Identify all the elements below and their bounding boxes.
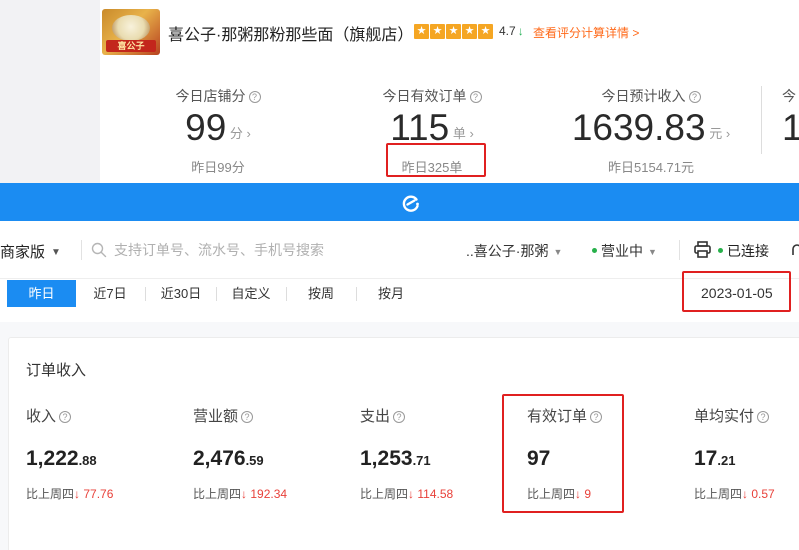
stat-comparison: 比上周四↓ 77.76 bbox=[26, 487, 114, 501]
metric-unit: 分 bbox=[229, 126, 243, 141]
metric-label: 今日预计收入 bbox=[601, 88, 686, 104]
divider bbox=[145, 287, 146, 301]
tab-custom[interactable]: 自定义 bbox=[222, 280, 280, 307]
store-name: 喜公子·那粥那粉那些面（旗舰店） bbox=[168, 27, 414, 44]
divider bbox=[81, 240, 82, 260]
help-icon[interactable]: ? bbox=[393, 411, 406, 423]
metric-label: 今日有效订单 bbox=[382, 88, 467, 104]
stat-value: 1,253.71 bbox=[360, 447, 431, 470]
down-arrow-icon: ↓ bbox=[742, 487, 749, 501]
star-icon: ★ bbox=[462, 24, 477, 39]
date-picker[interactable]: 2023-01-05 bbox=[701, 285, 773, 301]
help-icon[interactable]: ? bbox=[59, 411, 72, 423]
stat-avg-paid[interactable]: 单均实付? 17.21 比上周四↓ 0.57 bbox=[694, 405, 799, 502]
stat-value: 17.21 bbox=[694, 447, 736, 470]
metric-unit: 元 bbox=[709, 126, 723, 141]
help-icon[interactable]: ? bbox=[757, 411, 770, 423]
divider bbox=[286, 287, 287, 301]
stat-label: 单均实付 bbox=[694, 408, 755, 425]
rating-stars: ★ ★ ★ ★ ★ bbox=[414, 24, 493, 39]
metric-valid-orders[interactable]: 今日有效订单? 115 单 › 昨日325单 bbox=[377, 86, 487, 176]
stat-value: 1,222.88 bbox=[26, 447, 97, 470]
tab-yesterday[interactable]: 昨日 bbox=[7, 280, 76, 307]
rating-value: 4.7 ↓ bbox=[499, 24, 524, 38]
metric-value: 115 bbox=[390, 107, 450, 148]
metric-previous: 昨日5154.71元 bbox=[608, 160, 694, 175]
store-logo-text: 喜公子 bbox=[106, 40, 156, 52]
stat-income[interactable]: 收入? 1,222.88 比上周四↓ 77.76 bbox=[26, 405, 186, 502]
divider bbox=[216, 287, 217, 301]
bell-icon[interactable] bbox=[791, 242, 799, 258]
stat-comparison: 比上周四↓ 114.58 bbox=[360, 487, 454, 501]
caret-down-icon: ▼ bbox=[51, 247, 61, 258]
rating-details-link[interactable]: 查看评分计算详情 > bbox=[533, 24, 639, 41]
tab-by-month[interactable]: 按月 bbox=[363, 280, 419, 307]
star-icon: ★ bbox=[446, 24, 461, 39]
down-arrow-icon: ↓ bbox=[408, 487, 415, 501]
metric-store-score[interactable]: 今日店铺分? 99 分 › 昨日99分 bbox=[168, 86, 268, 176]
metric-unit: 单 bbox=[452, 126, 466, 141]
stat-valid-orders[interactable]: 有效订单? 97 比上周四↓ 9 bbox=[527, 405, 687, 502]
metric-expected-income[interactable]: 今日预计收入? 1639.83 元 › 昨日5154.71元 bbox=[563, 86, 739, 176]
help-icon[interactable]: ? bbox=[688, 91, 701, 103]
down-arrow-icon: ↓ bbox=[74, 487, 81, 501]
stat-label: 收入 bbox=[26, 408, 57, 425]
down-arrow-icon: ↓ bbox=[575, 487, 582, 501]
tab-by-week[interactable]: 按周 bbox=[293, 280, 349, 307]
status-dot bbox=[718, 248, 723, 253]
stat-comparison: 比上周四↓ 9 bbox=[527, 487, 592, 501]
caret-down-icon: ▼ bbox=[648, 247, 657, 257]
search-icon bbox=[91, 242, 107, 258]
star-icon: ★ bbox=[430, 24, 445, 39]
metric-previous: 昨日325单 bbox=[401, 160, 463, 175]
order-income-title: 订单收入 bbox=[26, 362, 87, 379]
metric-value: 1639.83 bbox=[571, 107, 706, 148]
tab-last-30-days[interactable]: 近30日 bbox=[150, 280, 212, 307]
stat-turnover[interactable]: 营业额? 2,476.59 比上周四↓ 192.34 bbox=[193, 405, 353, 502]
star-icon: ★ bbox=[478, 24, 493, 39]
metric-value: 99 bbox=[185, 107, 227, 148]
stat-label: 支出 bbox=[360, 408, 391, 425]
metric-value: 1 bbox=[782, 107, 799, 148]
divider bbox=[356, 287, 357, 301]
help-icon[interactable]: ? bbox=[590, 411, 603, 423]
app-header-bar bbox=[0, 183, 799, 221]
tab-last-7-days[interactable]: 近7日 bbox=[84, 280, 136, 307]
printer-icon[interactable] bbox=[693, 240, 712, 259]
help-icon[interactable]: ? bbox=[248, 91, 261, 103]
metric-label: 今日店铺分 bbox=[175, 88, 246, 104]
metric-cut-off: 今 1 bbox=[782, 86, 799, 150]
status-dot bbox=[592, 248, 597, 253]
business-status-selector[interactable]: 营业中 ▼ bbox=[592, 241, 657, 261]
divider bbox=[761, 86, 762, 154]
star-icon: ★ bbox=[414, 24, 429, 39]
help-icon[interactable]: ? bbox=[241, 411, 254, 423]
help-icon[interactable]: ? bbox=[469, 91, 482, 103]
down-arrow-icon: ↓ bbox=[241, 487, 248, 501]
metric-label: 今 bbox=[782, 88, 796, 104]
metric-previous: 昨日99分 bbox=[191, 160, 245, 175]
printer-connection-status: 已连接 bbox=[718, 241, 769, 261]
stat-comparison: 比上周四↓ 192.34 bbox=[193, 487, 288, 501]
store-selector[interactable]: ..喜公子·那粥 ▼ bbox=[466, 241, 562, 261]
eleme-logo-icon bbox=[402, 195, 419, 212]
order-search-input[interactable] bbox=[114, 239, 434, 261]
stat-value: 2,476.59 bbox=[193, 447, 264, 470]
store-logo: 喜公子 bbox=[102, 9, 160, 55]
stat-label: 营业额 bbox=[193, 408, 239, 425]
down-arrow-icon: ↓ bbox=[517, 24, 524, 38]
divider bbox=[679, 240, 680, 260]
caret-down-icon: ▼ bbox=[553, 247, 563, 257]
stat-expense[interactable]: 支出? 1,253.71 比上周四↓ 114.58 bbox=[360, 405, 520, 502]
stat-comparison: 比上周四↓ 0.57 bbox=[694, 487, 775, 501]
bowl-image bbox=[112, 15, 150, 41]
stat-value: 97 bbox=[527, 447, 551, 470]
edition-selector[interactable]: 商家版 ▼ bbox=[0, 241, 61, 262]
stat-label: 有效订单 bbox=[527, 408, 588, 425]
